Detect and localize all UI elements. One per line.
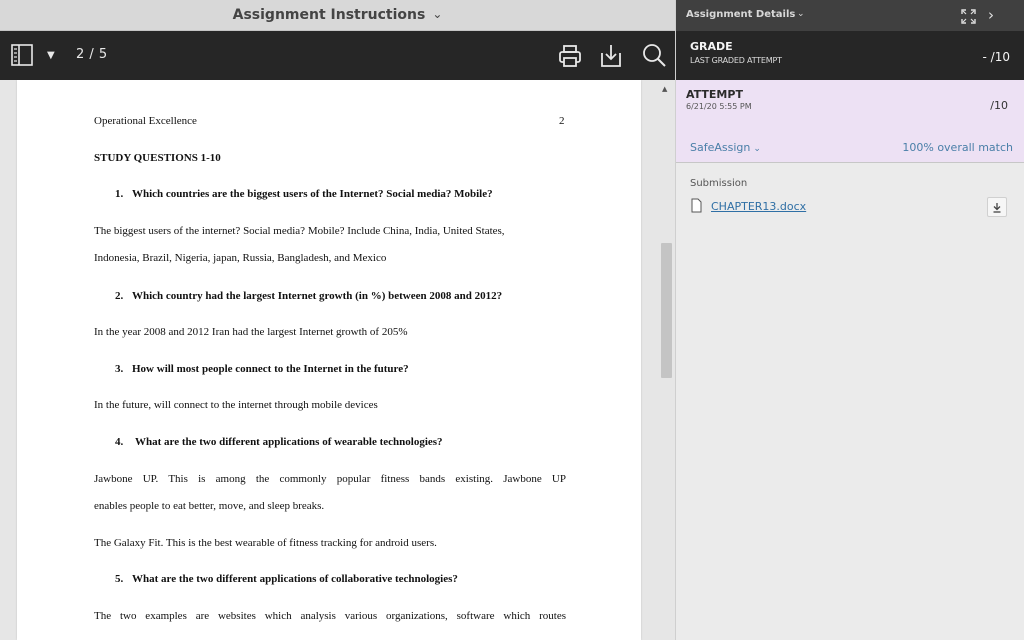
answer-text: The two examples are websites which anal… xyxy=(94,610,566,622)
answer-text: In the future, will connect to the inter… xyxy=(94,399,378,411)
document-page: Operational Excellence 2 STUDY QUESTIONS… xyxy=(17,80,641,640)
safeassign-label[interactable]: SafeAssign xyxy=(690,141,750,154)
chevron-down-icon[interactable]: ⌄ xyxy=(432,7,442,21)
search-icon[interactable] xyxy=(641,42,667,68)
chevron-right-icon[interactable]: › xyxy=(988,6,994,24)
sidebar-toggle-icon[interactable] xyxy=(10,43,34,67)
question-text: Which country had the largest Internet g… xyxy=(132,290,503,302)
scrollbar-thumb[interactable] xyxy=(661,243,672,378)
assignment-details-pane: Assignment Details ⌄ › GRADE LAST GRADED… xyxy=(675,0,1024,640)
document-viewport[interactable]: Operational Excellence 2 STUDY QUESTIONS… xyxy=(0,80,675,640)
question-number: 1. xyxy=(115,188,124,200)
overall-match-link[interactable]: 100% overall match xyxy=(902,141,1013,154)
caret-down-icon[interactable]: ▼ xyxy=(47,50,55,61)
question-text: How will most people connect to the Inte… xyxy=(132,363,409,375)
answer-text: The biggest users of the internet? Socia… xyxy=(94,225,505,237)
file-download-button[interactable] xyxy=(987,197,1007,217)
question-text: Which countries are the biggest users of… xyxy=(132,188,493,200)
assignment-details-header[interactable]: Assignment Details ⌄ › xyxy=(676,0,1024,31)
answer-text: Indonesia, Brazil, Nigeria, japan, Russi… xyxy=(94,252,387,264)
question-number: 5. xyxy=(115,573,124,585)
page-number: 2 xyxy=(559,115,565,127)
question-text: What are the two different applications … xyxy=(135,436,443,448)
running-head: Operational Excellence xyxy=(94,115,197,127)
question-text: What are the two different applications … xyxy=(132,573,458,585)
study-questions-heading: STUDY QUESTIONS 1-10 xyxy=(94,152,221,164)
assignment-instructions-title[interactable]: Assignment Instructions xyxy=(233,7,426,23)
grade-panel: GRADE LAST GRADED ATTEMPT - /10 xyxy=(676,31,1024,80)
chevron-down-icon[interactable]: ⌄ xyxy=(797,9,805,19)
attempt-grade-value: /10 xyxy=(990,99,1008,112)
answer-text: In the year 2008 and 2012 Iran had the l… xyxy=(94,326,408,338)
download-icon[interactable] xyxy=(992,202,1002,213)
question-number: 4. xyxy=(115,436,124,448)
question-number: 2. xyxy=(115,290,124,302)
assignment-instructions-header[interactable]: Assignment Instructions ⌄ xyxy=(0,0,675,31)
answer-text: The Galaxy Fit. This is the best wearabl… xyxy=(94,537,437,549)
download-icon[interactable] xyxy=(598,42,624,70)
print-icon[interactable] xyxy=(557,43,583,69)
instructions-pane: Assignment Instructions ⌄ ▼ 2 / 5 Operat… xyxy=(0,0,675,640)
grade-label: GRADE xyxy=(690,40,733,53)
submission-label: Submission xyxy=(690,178,748,189)
chevron-down-icon[interactable]: ⌄ xyxy=(753,144,761,154)
grade-value: - /10 xyxy=(982,50,1010,64)
attempt-label: ATTEMPT xyxy=(686,88,743,101)
expand-icon[interactable] xyxy=(961,9,976,24)
assignment-details-title[interactable]: Assignment Details xyxy=(686,9,795,20)
submission-file-link[interactable]: CHAPTER13.docx xyxy=(711,200,806,213)
scroll-up-icon[interactable]: ▲ xyxy=(662,85,667,93)
attempt-date: 6/21/20 5:55 PM xyxy=(686,102,752,111)
attempt-panel[interactable]: ATTEMPT 6/21/20 5:55 PM /10 SafeAssign ⌄ … xyxy=(676,80,1024,163)
grade-sublabel: LAST GRADED ATTEMPT xyxy=(690,56,782,65)
file-icon xyxy=(691,198,702,213)
question-number: 3. xyxy=(115,363,124,375)
document-toolbar: ▼ 2 / 5 xyxy=(0,31,675,80)
answer-text: Jawbone UP. This is among the commonly p… xyxy=(94,473,566,485)
answer-text: enables people to eat better, move, and … xyxy=(94,500,325,512)
safeassign-dropdown[interactable]: SafeAssign ⌄ xyxy=(690,141,761,154)
page-indicator: 2 / 5 xyxy=(76,47,108,62)
